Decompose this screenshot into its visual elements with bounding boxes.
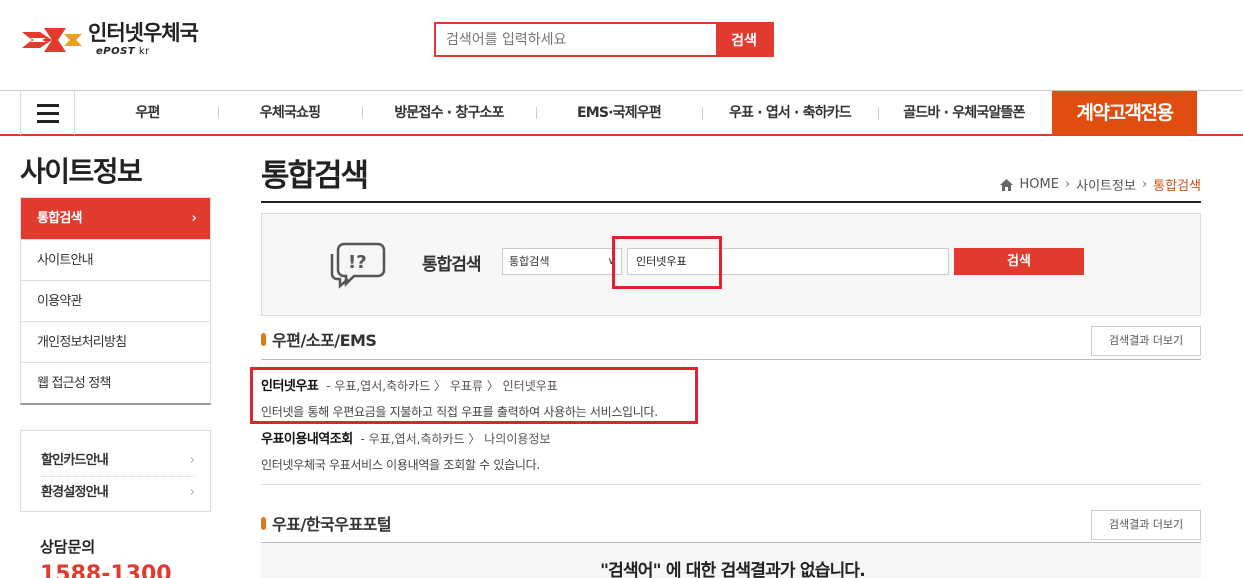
gnb-contract-customer[interactable]: 계약고객전용 bbox=[1052, 91, 1197, 135]
logo-title: 인터넷우체국 bbox=[88, 21, 199, 45]
breadcrumb: HOME › 사이트정보 › 통합검색 bbox=[1000, 175, 1201, 194]
global-navigation: 우편 우체국쇼핑 방문접수 · 창구소포 EMS·국제우편 우표 · 엽서 · … bbox=[0, 90, 1243, 136]
chevron-right-icon: › bbox=[189, 453, 195, 468]
chevron-right-icon: › bbox=[191, 211, 196, 226]
gnb-divider bbox=[702, 107, 703, 119]
bullet-icon bbox=[261, 332, 266, 346]
customer-service-title: 상담문의 bbox=[40, 538, 96, 556]
sidebar-item-site-guide[interactable]: 사이트안내 bbox=[21, 239, 210, 280]
site-logo[interactable]: 인터넷우체국 ePOST kr bbox=[20, 20, 199, 60]
gnb-item-goldbar[interactable]: 골드바 · 우체국알뜰폰 bbox=[880, 91, 1048, 135]
search-scope-select[interactable]: 통합검색 ∨ bbox=[502, 248, 622, 275]
gnb-item-parcel[interactable]: 방문접수 · 창구소포 bbox=[364, 91, 534, 135]
chevron-right-icon: › bbox=[1064, 177, 1071, 192]
menu-icon[interactable] bbox=[20, 91, 75, 135]
search-submit-button[interactable]: 검색 bbox=[954, 248, 1084, 275]
sidebar-item-privacy[interactable]: 개인정보처리방침 bbox=[21, 321, 210, 362]
empty-result-message: "검색어" 에 대한 검색결과가 없습니다. bbox=[600, 561, 866, 578]
sidebar-link-settings[interactable]: 환경설정안내 › bbox=[41, 476, 195, 507]
search-result-item: 우표이용내역조회 - 우표,엽서,축하카드 〉 나의이용정보 인터넷우체국 우표… bbox=[261, 428, 550, 473]
sidebar-item-integrated-search[interactable]: 통합검색 › bbox=[21, 198, 210, 239]
section-title-stamp-portal: 우표/한국우표포털 bbox=[261, 511, 392, 535]
gnb-divider bbox=[878, 107, 879, 119]
epost-logo-icon bbox=[22, 28, 82, 52]
gnb-item-ems[interactable]: EMS·국제우편 bbox=[538, 91, 700, 135]
question-chat-icon: !? bbox=[330, 242, 386, 289]
sidebar-item-accessibility[interactable]: 웹 접근성 정책 bbox=[21, 362, 210, 403]
page-title: 통합검색 bbox=[261, 158, 369, 194]
gnb-item-shopping[interactable]: 우체국쇼핑 bbox=[220, 91, 360, 135]
breadcrumb-site-info[interactable]: 사이트정보 bbox=[1076, 175, 1136, 194]
more-results-button[interactable]: 검색결과 더보기 bbox=[1091, 510, 1201, 540]
gnb-divider bbox=[218, 107, 219, 119]
header-search: 검색 bbox=[434, 22, 774, 57]
breadcrumb-home[interactable]: HOME bbox=[1019, 177, 1058, 192]
sidebar-link-discount-card[interactable]: 할인카드안내 › bbox=[41, 445, 195, 476]
chevron-right-icon: › bbox=[189, 485, 195, 500]
sidebar-item-terms[interactable]: 이용약관 bbox=[21, 280, 210, 321]
gnb-divider bbox=[536, 107, 537, 119]
section-divider bbox=[261, 359, 1201, 360]
search-panel-label: 통합검색 bbox=[422, 255, 482, 275]
gnb-item-stamp[interactable]: 우표 · 엽서 · 축하카드 bbox=[704, 91, 876, 135]
result-path: - 우표,엽서,축하카드 〉 나의이용정보 bbox=[360, 432, 551, 446]
svg-text:!?: !? bbox=[348, 252, 367, 273]
section-title-post: 우편/소포/EMS bbox=[261, 327, 377, 351]
gnb-divider bbox=[362, 107, 363, 119]
result-description: 인터넷우체국 우표서비스 이용내역을 조회할 수 있습니다. bbox=[261, 458, 540, 472]
sidebar-guide-box: 할인카드안내 › 환경설정안내 › bbox=[20, 430, 211, 512]
logo-subtitle: ePOST kr bbox=[96, 46, 150, 57]
highlight-box-result bbox=[250, 367, 698, 424]
breadcrumb-current: 통합검색 bbox=[1153, 179, 1201, 194]
title-divider bbox=[261, 201, 1201, 203]
bullet-icon bbox=[261, 516, 266, 530]
result-title-link[interactable]: 우표이용내역조회 bbox=[261, 432, 353, 447]
sidebar-title: 사이트정보 bbox=[20, 155, 143, 188]
header-search-button[interactable]: 검색 bbox=[716, 24, 772, 55]
section-divider bbox=[261, 484, 1201, 485]
highlight-box-input bbox=[612, 236, 722, 289]
gnb-item-post[interactable]: 우편 bbox=[80, 91, 215, 135]
more-results-button[interactable]: 검색결과 더보기 bbox=[1091, 326, 1201, 356]
home-icon bbox=[1000, 178, 1014, 191]
header-search-input[interactable] bbox=[436, 24, 716, 55]
sidebar-menu: 통합검색 › 사이트안내 이용약관 개인정보처리방침 웹 접근성 정책 bbox=[20, 197, 211, 405]
integrated-search-panel: !? 통합검색 통합검색 ∨ 인터넷우표 검색 bbox=[261, 213, 1201, 316]
chevron-right-icon: › bbox=[1141, 177, 1148, 192]
